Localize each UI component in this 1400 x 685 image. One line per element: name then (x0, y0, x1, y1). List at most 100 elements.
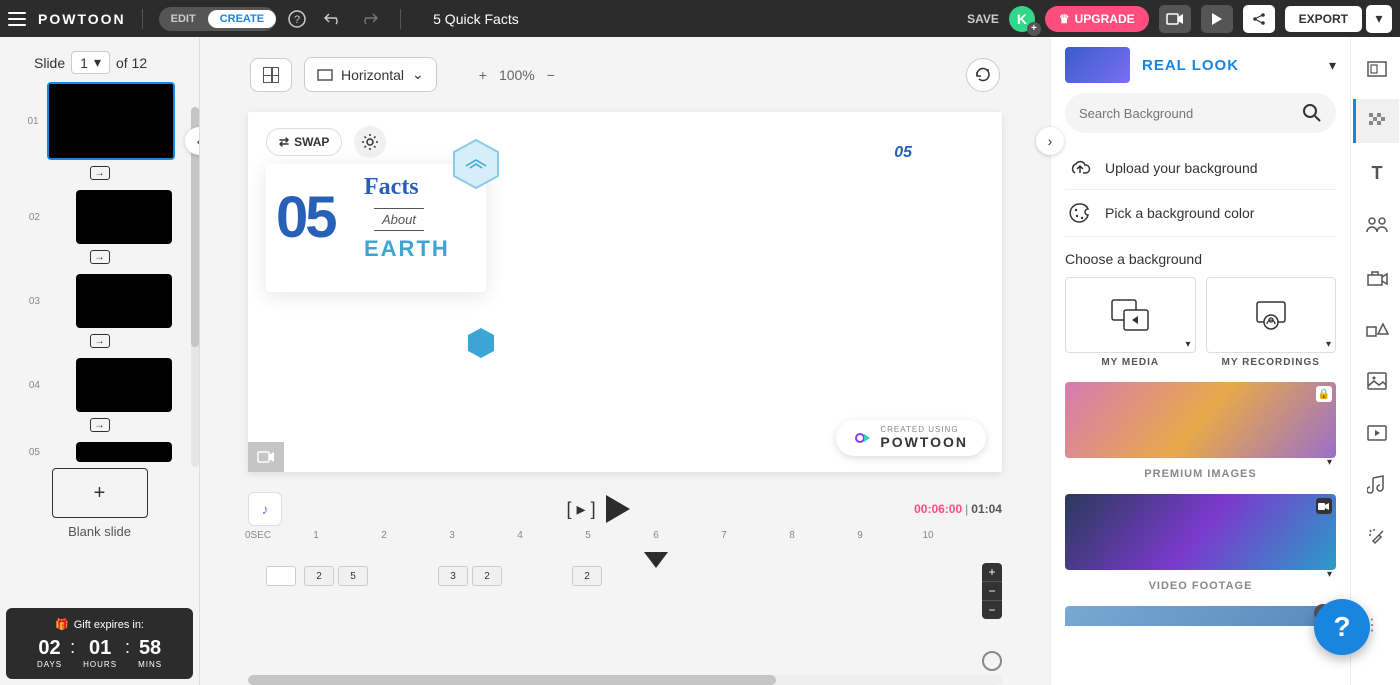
create-mode[interactable]: CREATE (208, 10, 276, 28)
settings-button[interactable] (354, 126, 386, 158)
avatar[interactable]: K + (1009, 6, 1035, 32)
earth-text[interactable]: EARTH (364, 236, 450, 262)
tab-images[interactable] (1353, 359, 1399, 403)
tab-specials[interactable] (1353, 515, 1399, 559)
chevron-down-icon: ▾ (94, 54, 101, 71)
my-media-card[interactable]: ▾ MY MEDIA (1065, 277, 1196, 368)
upgrade-button[interactable]: ♛ UPGRADE (1045, 6, 1149, 32)
menu-icon[interactable] (8, 12, 26, 26)
upgrade-label: UPGRADE (1075, 12, 1135, 26)
export-dropdown[interactable]: ▾ (1366, 5, 1392, 33)
slide-thumb-2[interactable]: 02 (24, 190, 175, 244)
transition-button[interactable] (90, 334, 110, 348)
tab-videos[interactable] (1353, 411, 1399, 455)
upload-background-button[interactable]: Upload your background (1065, 147, 1336, 190)
avatar-initial: K (1017, 11, 1027, 27)
zoom-out-button[interactable]: − (547, 67, 555, 83)
clip[interactable]: 2 (572, 566, 602, 586)
search-background[interactable] (1065, 93, 1336, 133)
swap-icon: ⇄ (279, 135, 289, 149)
help-fab[interactable]: ? (1314, 599, 1370, 655)
hexagon-badge-icon[interactable] (448, 136, 504, 192)
mode-toggle[interactable]: EDIT CREATE (159, 7, 276, 31)
search-icon[interactable] (1302, 103, 1322, 123)
more-images-card[interactable]: ✕ (1065, 606, 1336, 626)
swap-button[interactable]: ⇄ SWAP (266, 128, 342, 156)
slides-scrollbar[interactable] (191, 107, 199, 467)
video-footage-card[interactable]: ▾ (1065, 494, 1336, 570)
slide-thumb-4[interactable]: 04 (24, 358, 175, 412)
timeline-zoom-out[interactable]: − (982, 601, 1002, 619)
undo-icon[interactable] (318, 4, 348, 34)
clip[interactable]: 3 (438, 566, 468, 586)
facts-text[interactable]: Facts (364, 174, 419, 201)
horizontal-scrollbar[interactable] (248, 675, 1002, 685)
tab-shapes[interactable] (1353, 307, 1399, 351)
tab-sound[interactable] (1353, 463, 1399, 507)
timeline-zoom-reset[interactable]: − (982, 581, 1002, 601)
corner-badge[interactable]: 05 (894, 144, 912, 162)
timeline-zoom-in[interactable]: + (982, 563, 1002, 581)
slide-thumb-5[interactable]: 05 (24, 442, 175, 462)
crown-icon: ♛ (1059, 12, 1070, 26)
save-button[interactable]: SAVE (967, 12, 999, 26)
clip[interactable]: 2 (304, 566, 334, 586)
tab-characters[interactable] (1353, 203, 1399, 247)
palette-icon (1069, 202, 1091, 224)
pick-color-button[interactable]: Pick a background color (1065, 190, 1336, 237)
blank-slide-button[interactable]: + (52, 468, 148, 518)
hexagon-shape[interactable] (464, 326, 498, 360)
help-icon[interactable]: ? (282, 4, 312, 34)
timeline-zoom[interactable]: + − − (982, 563, 1002, 619)
orientation-dropdown[interactable]: Horizontal ⌄ (304, 57, 437, 92)
search-input[interactable] (1079, 106, 1302, 121)
gift-icon: 🎁 (55, 618, 69, 631)
clip[interactable] (266, 566, 296, 586)
export-button[interactable]: EXPORT (1285, 6, 1362, 32)
tab-background[interactable] (1353, 99, 1399, 143)
gear-icon (361, 133, 379, 151)
clips-track[interactable]: 2 5 3 2 2 (248, 566, 1002, 588)
premium-images-card[interactable]: 🔒 ▾ (1065, 382, 1336, 458)
premium-images-label: PREMIUM IMAGES (1065, 468, 1336, 480)
layout-grid-button[interactable] (250, 58, 292, 92)
chevron-down-icon: ⌄ (412, 66, 424, 83)
look-dropdown[interactable]: ▾ (1329, 57, 1336, 74)
tab-scene[interactable] (1353, 47, 1399, 91)
my-recordings-card[interactable]: ▾ MY RECORDINGS (1206, 277, 1337, 368)
zoom-in-button[interactable]: + (479, 67, 487, 83)
clip[interactable]: 2 (472, 566, 502, 586)
look-thumbnail (1065, 47, 1130, 83)
tab-text[interactable]: T (1353, 151, 1399, 195)
project-title[interactable]: 5 Quick Facts (433, 11, 519, 27)
video-button[interactable] (1159, 5, 1191, 33)
edit-mode[interactable]: EDIT (159, 10, 208, 28)
timeline-ruler[interactable]: 0SEC 1 2 3 4 5 6 7 8 9 10 (248, 530, 1002, 560)
add-user-icon[interactable]: + (1027, 22, 1041, 36)
clip[interactable]: 5 (338, 566, 368, 586)
play-range-button[interactable]: [ ▸ ] (567, 499, 596, 520)
look-title: REAL LOOK (1142, 57, 1239, 74)
slide-number-dropdown[interactable]: 1 ▾ (71, 51, 110, 74)
slide-thumb-1[interactable]: 01 (24, 82, 175, 160)
blank-slide-label: Blank slide (24, 524, 175, 539)
transition-button[interactable] (90, 250, 110, 264)
big-number[interactable]: 05 (276, 184, 335, 251)
tab-props[interactable] (1353, 255, 1399, 299)
gift-countdown[interactable]: 🎁Gift expires in: 02DAYS : 01HOURS : 58M… (6, 608, 193, 679)
audio-button[interactable]: ♪ (248, 492, 282, 526)
play-button[interactable] (606, 495, 630, 523)
share-button[interactable] (1243, 5, 1275, 33)
slide-thumb-3[interactable]: 03 (24, 274, 175, 328)
play-preview-button[interactable] (1201, 5, 1233, 33)
canvas[interactable]: ⇄ SWAP 05 Facts About EARTH 05 CREATED U… (248, 112, 1002, 472)
transition-button[interactable] (90, 166, 110, 180)
target-button[interactable] (982, 651, 1002, 671)
expand-right-button[interactable]: › (1036, 127, 1064, 155)
redo-icon[interactable] (354, 4, 384, 34)
transition-button[interactable] (90, 418, 110, 432)
refresh-ai-button[interactable] (966, 58, 1000, 92)
about-text[interactable]: About (374, 208, 424, 231)
slide-total: of 12 (116, 55, 147, 71)
video-placeholder[interactable] (248, 442, 284, 472)
